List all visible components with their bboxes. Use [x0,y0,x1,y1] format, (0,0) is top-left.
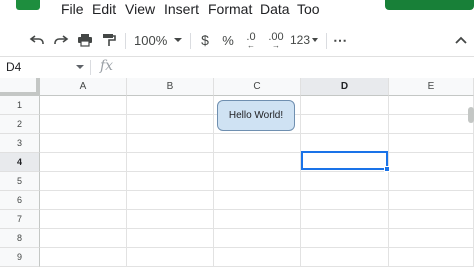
cell-c7[interactable] [214,210,301,229]
cell-e2[interactable] [389,115,474,134]
cell-e6[interactable] [389,191,474,210]
number-format-chevron-down-icon [312,38,319,42]
cell-e7[interactable] [389,210,474,229]
zoom-value: 100% [134,32,168,48]
cell-d8[interactable] [301,229,389,248]
vertical-scrollbar[interactable] [468,107,474,123]
cell-d5[interactable] [301,172,389,191]
toolbar-divider [190,33,191,49]
name-box-chevron-down-icon[interactable] [76,65,84,69]
cell-a7[interactable] [40,210,127,229]
cell-e1[interactable] [389,96,474,115]
cell-e8[interactable] [389,229,474,248]
cell-e4[interactable] [389,153,474,172]
select-all-corner[interactable] [0,78,40,96]
menu-data[interactable]: Data [260,1,290,17]
row-header-4[interactable]: 4 [0,153,40,172]
row-header-1[interactable]: 1 [0,96,40,115]
column-header-c[interactable]: C [214,78,301,96]
more-options-button[interactable]: ⋯ [332,27,348,53]
formula-bar-divider [90,60,91,75]
cell-a5[interactable] [40,172,127,191]
paint-format-icon [103,34,116,46]
toolbar-divider [125,33,126,49]
formula-input[interactable] [124,60,464,75]
cell-b2[interactable] [127,115,214,134]
row-header-3[interactable]: 3 [0,134,40,153]
decrease-decimals-button[interactable]: .0 ← [242,27,260,53]
cell-c3[interactable] [214,134,301,153]
cell-b6[interactable] [127,191,214,210]
cell-d1[interactable] [301,96,389,115]
toolbar: 100% $ % .0 ← .00 → 123 ⋯ [0,27,474,53]
arrow-right-icon: → [272,40,280,50]
increase-decimals-button[interactable]: .00 → [266,27,286,53]
column-header-e[interactable]: E [389,78,474,96]
cell-c6[interactable] [214,191,301,210]
formula-bar: D4 fx [0,56,474,79]
toolbar-divider [326,33,327,49]
column-header-b[interactable]: B [127,78,214,96]
cell-a1[interactable] [40,96,127,115]
share-button[interactable] [385,0,474,10]
menu-format[interactable]: Format [208,1,252,17]
cell-b5[interactable] [127,172,214,191]
cell-a8[interactable] [40,229,127,248]
cell-b1[interactable] [127,96,214,115]
cell-e5[interactable] [389,172,474,191]
cell-d7[interactable] [301,210,389,229]
fx-icon: fx [100,58,114,74]
print-button[interactable] [76,27,94,53]
cell-d2[interactable] [301,115,389,134]
undo-icon [29,35,44,44]
cell-e3[interactable] [389,134,474,153]
menu-file[interactable]: File [61,1,84,17]
undo-button[interactable] [28,27,46,53]
sheets-logo-icon[interactable] [16,0,40,10]
collapse-toolbar-button[interactable] [452,27,470,53]
cell-d6[interactable] [301,191,389,210]
cell-c5[interactable] [214,172,301,191]
row-header-7[interactable]: 7 [0,210,40,229]
cell-a4[interactable] [40,153,127,172]
menu-view[interactable]: View [125,1,155,17]
percent-format-button[interactable]: % [220,27,236,53]
arrow-left-icon: ← [247,40,255,50]
fill-handle[interactable] [384,166,390,172]
active-cell-d4[interactable] [301,151,388,170]
number-format-select[interactable]: 123 [290,27,322,53]
row-header-6[interactable]: 6 [0,191,40,210]
hello-world-shape[interactable]: Hello World! [217,100,295,131]
name-box[interactable]: D4 [6,60,21,74]
cell-b3[interactable] [127,134,214,153]
paint-format-button[interactable] [100,27,118,53]
currency-format-button[interactable]: $ [197,27,213,53]
menu-insert[interactable]: Insert [164,1,199,17]
chevron-up-icon [455,36,467,44]
number-format-label: 123 [290,33,311,47]
cell-b8[interactable] [127,229,214,248]
row-header-2[interactable]: 2 [0,115,40,134]
redo-button[interactable] [52,27,70,53]
cell-c8[interactable] [214,229,301,248]
redo-icon [54,35,69,44]
column-header-d[interactable]: D [301,78,389,96]
shape-label: Hello World! [228,110,284,121]
row-header-5[interactable]: 5 [0,172,40,191]
cell-b7[interactable] [127,210,214,229]
zoom-select[interactable]: 100% [134,27,184,53]
menu-bar: File Edit View Insert Format Data Too [0,0,474,20]
print-icon [78,34,92,47]
cell-a3[interactable] [40,134,127,153]
menu-tools[interactable]: Too [297,1,320,17]
cell-a6[interactable] [40,191,127,210]
cell-c4[interactable] [214,153,301,172]
row-header-8[interactable]: 8 [0,229,40,248]
cell-b4[interactable] [127,153,214,172]
cell-a2[interactable] [40,115,127,134]
column-header-a[interactable]: A [40,78,127,96]
zoom-chevron-down-icon [174,38,183,42]
menu-edit[interactable]: Edit [92,1,116,17]
